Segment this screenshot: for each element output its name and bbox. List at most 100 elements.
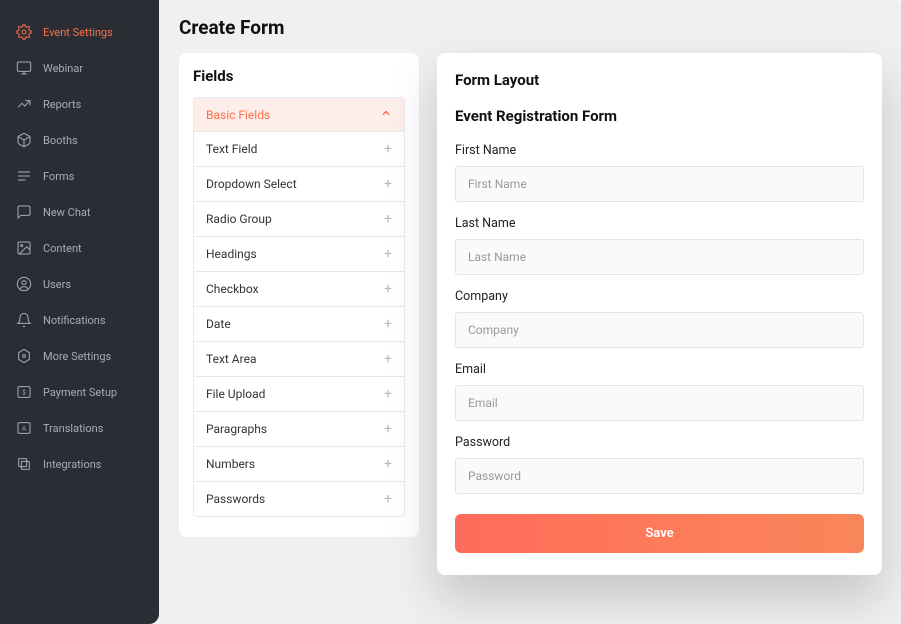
form-group-password: Password [455, 435, 864, 494]
field-item-file-upload[interactable]: File Upload + [194, 376, 404, 411]
sidebar-item-label: Forms [43, 170, 74, 183]
email-label: Email [455, 362, 864, 377]
plus-icon: + [384, 351, 392, 367]
lang-icon: A [16, 420, 32, 436]
field-item-label: Paragraphs [206, 422, 267, 436]
field-item-text-area[interactable]: Text Area + [194, 341, 404, 376]
field-group-label: Basic Fields [206, 108, 270, 122]
field-item-passwords[interactable]: Passwords + [194, 481, 404, 516]
chevron-up-icon [380, 107, 392, 122]
layers-icon [16, 456, 32, 472]
svg-text:A: A [22, 425, 27, 433]
plus-icon: + [384, 491, 392, 507]
field-item-headings[interactable]: Headings + [194, 236, 404, 271]
sidebar-item-label: Users [43, 278, 71, 291]
layout-panel: Form Layout Event Registration Form Firs… [437, 53, 882, 575]
sidebar-item-label: Webinar [43, 62, 83, 75]
lines-icon [16, 168, 32, 184]
field-group-header[interactable]: Basic Fields [194, 98, 404, 131]
form-group-first-name: First Name [455, 143, 864, 202]
field-item-text-field[interactable]: Text Field + [194, 131, 404, 166]
plus-icon: + [384, 176, 392, 192]
plus-icon: + [384, 386, 392, 402]
sidebar-item-content[interactable]: Content [0, 230, 159, 266]
field-item-numbers[interactable]: Numbers + [194, 446, 404, 481]
sidebar-item-webinar[interactable]: Webinar [0, 50, 159, 86]
field-item-label: Checkbox [206, 282, 259, 296]
plus-icon: + [384, 316, 392, 332]
sidebar-item-forms[interactable]: Forms [0, 158, 159, 194]
sidebar-item-notifications[interactable]: Notifications [0, 302, 159, 338]
layout-panel-title: Form Layout [455, 71, 864, 89]
cube-icon [16, 132, 32, 148]
sidebar-item-label: Integrations [43, 458, 101, 471]
sidebar-item-label: Notifications [43, 314, 106, 327]
company-input[interactable] [455, 312, 864, 348]
plus-icon: + [384, 421, 392, 437]
first-name-input[interactable] [455, 166, 864, 202]
field-item-label: Numbers [206, 457, 255, 471]
password-input[interactable] [455, 458, 864, 494]
form-title: Event Registration Form [455, 107, 864, 125]
plus-icon: + [384, 246, 392, 262]
sidebar-item-translations[interactable]: A Translations [0, 410, 159, 446]
gear-icon [16, 24, 32, 40]
field-item-label: Radio Group [206, 212, 272, 226]
sidebar-item-users[interactable]: Users [0, 266, 159, 302]
email-input[interactable] [455, 385, 864, 421]
monitor-icon [16, 60, 32, 76]
field-item-label: Date [206, 317, 231, 331]
sidebar-item-event-settings[interactable]: Event Settings [0, 14, 159, 50]
form-group-email: Email [455, 362, 864, 421]
hex-icon [16, 348, 32, 364]
fields-panel: Fields Basic Fields Text Field + Dropdow… [179, 53, 419, 537]
field-list: Basic Fields Text Field + Dropdown Selec… [193, 97, 405, 517]
chat-icon [16, 204, 32, 220]
company-label: Company [455, 289, 864, 304]
bell-icon [16, 312, 32, 328]
field-item-label: Headings [206, 247, 257, 261]
field-item-label: Text Area [206, 352, 256, 366]
sidebar-item-booths[interactable]: Booths [0, 122, 159, 158]
sidebar-item-label: New Chat [43, 206, 90, 219]
last-name-input[interactable] [455, 239, 864, 275]
plus-icon: + [384, 141, 392, 157]
svg-text:$: $ [22, 389, 26, 397]
last-name-label: Last Name [455, 216, 864, 231]
sidebar-item-reports[interactable]: Reports [0, 86, 159, 122]
sidebar-item-label: Event Settings [43, 26, 113, 39]
plus-icon: + [384, 211, 392, 227]
sidebar-item-integrations[interactable]: Integrations [0, 446, 159, 482]
field-item-checkbox[interactable]: Checkbox + [194, 271, 404, 306]
fields-panel-title: Fields [193, 67, 405, 85]
sidebar-item-payment-setup[interactable]: $ Payment Setup [0, 374, 159, 410]
sidebar-item-label: Translations [43, 422, 103, 435]
form-group-last-name: Last Name [455, 216, 864, 275]
plus-icon: + [384, 281, 392, 297]
main-content: Create Form Fields Basic Fields Text Fie… [159, 0, 901, 624]
image-icon [16, 240, 32, 256]
sidebar-item-new-chat[interactable]: New Chat [0, 194, 159, 230]
field-item-label: Dropdown Select [206, 177, 297, 191]
sidebar-item-more-settings[interactable]: More Settings [0, 338, 159, 374]
field-item-dropdown-select[interactable]: Dropdown Select + [194, 166, 404, 201]
field-item-label: Text Field [206, 142, 257, 156]
field-item-label: Passwords [206, 492, 265, 506]
save-button[interactable]: Save [455, 514, 864, 553]
dollar-icon: $ [16, 384, 32, 400]
page-title: Create Form [179, 16, 882, 39]
field-item-radio-group[interactable]: Radio Group + [194, 201, 404, 236]
first-name-label: First Name [455, 143, 864, 158]
sidebar-item-label: More Settings [43, 350, 111, 363]
field-item-label: File Upload [206, 387, 265, 401]
chart-icon [16, 96, 32, 112]
sidebar-item-label: Booths [43, 134, 78, 147]
sidebar: Event Settings Webinar Reports Booths Fo… [0, 0, 159, 624]
field-item-date[interactable]: Date + [194, 306, 404, 341]
sidebar-item-label: Content [43, 242, 82, 255]
field-item-paragraphs[interactable]: Paragraphs + [194, 411, 404, 446]
user-icon [16, 276, 32, 292]
sidebar-item-label: Payment Setup [43, 386, 117, 399]
form-group-company: Company [455, 289, 864, 348]
password-label: Password [455, 435, 864, 450]
